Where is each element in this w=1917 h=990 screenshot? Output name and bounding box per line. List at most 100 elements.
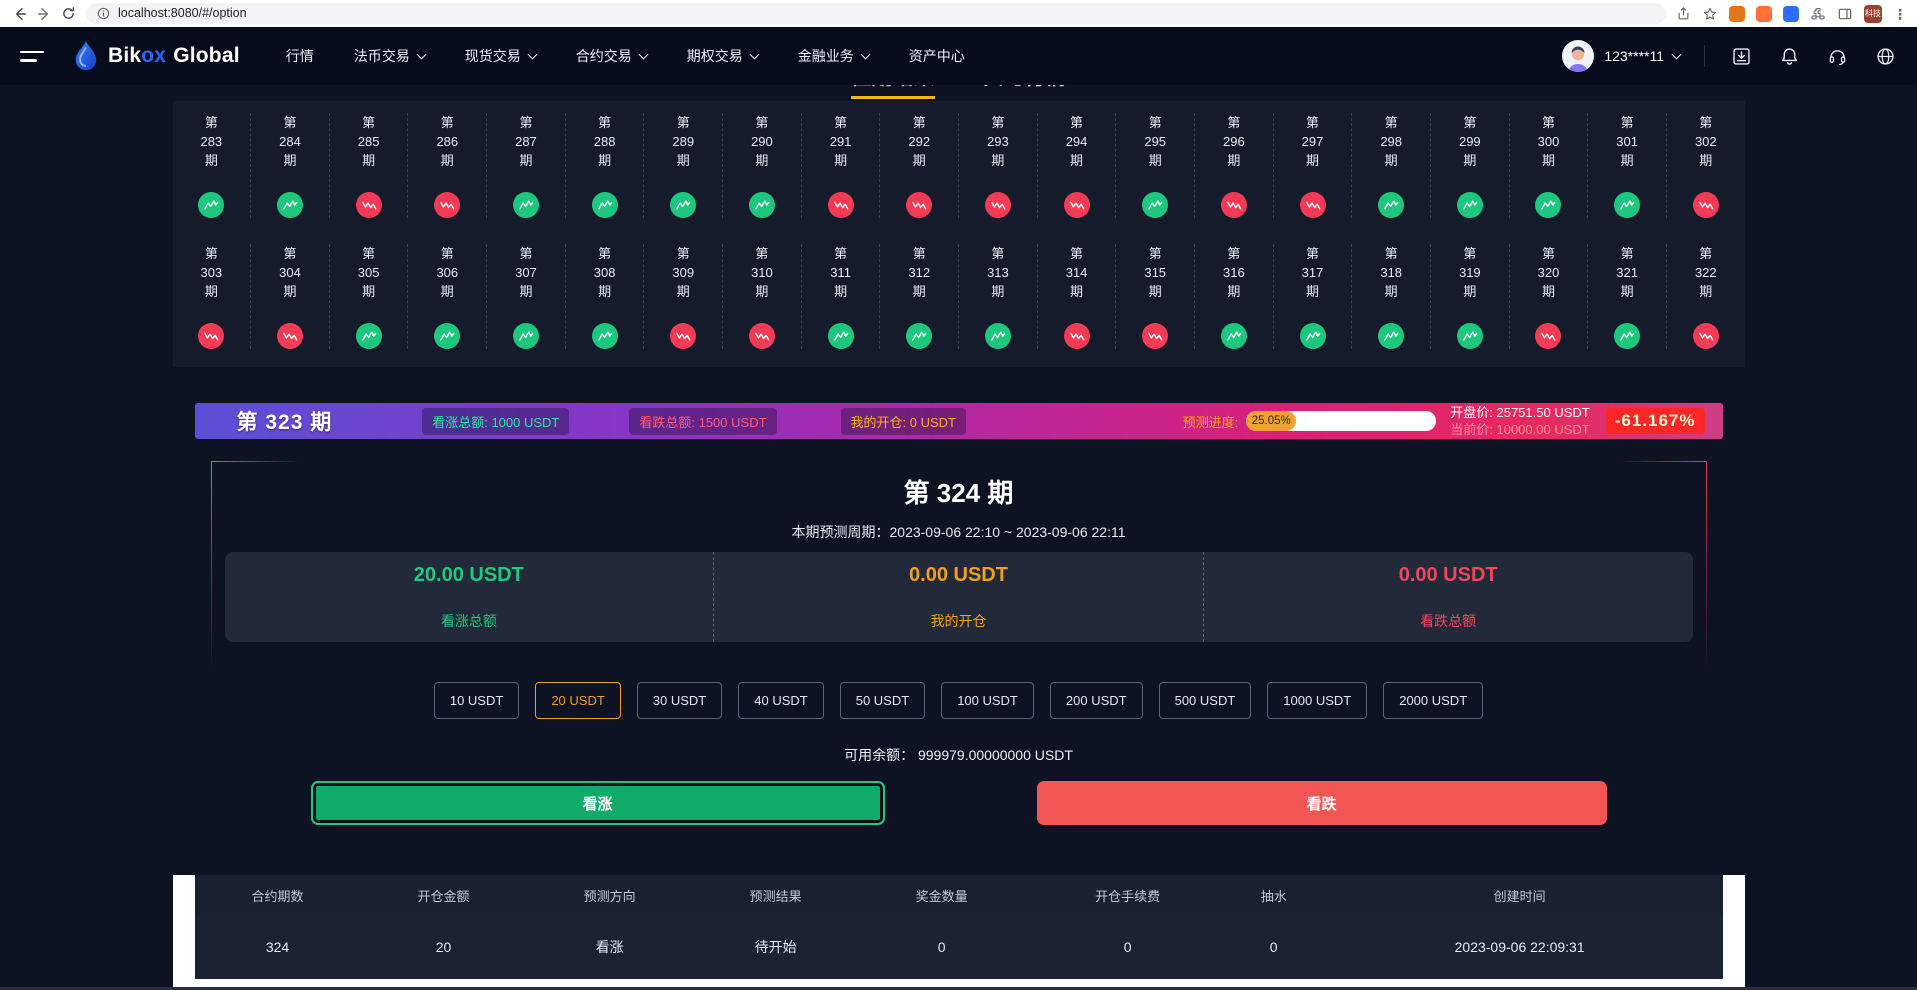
trend-up-icon <box>434 323 460 349</box>
period-cell: 第285期 <box>330 113 409 218</box>
period-number: 286 <box>436 132 458 151</box>
site-info-icon[interactable] <box>97 7 110 20</box>
banner-badge-down: 看跌总额: 1500 USDT <box>629 408 776 435</box>
trend-up-icon <box>592 192 618 218</box>
blue-extension-icon[interactable] <box>1783 6 1799 22</box>
table-header: 合约期数 <box>195 875 361 915</box>
period-prefix: 第 <box>1699 244 1712 263</box>
trend-up-icon <box>1457 192 1483 218</box>
period-number: 292 <box>908 132 930 151</box>
table-header: 开仓手续费 <box>1025 875 1231 915</box>
browser-chrome: localhost:8080/#/option 科技 ⋮ <box>0 0 1917 27</box>
table-cell: 2023-09-06 22:09:31 <box>1317 915 1723 979</box>
period-number: 322 <box>1695 263 1717 282</box>
amount-button-50[interactable]: 50 USDT <box>840 682 925 719</box>
chevron-down-icon <box>749 49 759 59</box>
period-suffix: 期 <box>755 282 768 301</box>
period-prefix: 第 <box>1463 113 1476 132</box>
period-suffix: 期 <box>755 151 768 170</box>
buy-down-button[interactable]: 看跌 <box>1037 781 1607 825</box>
trend-up-icon <box>1300 323 1326 349</box>
amount-button-2000[interactable]: 2000 USDT <box>1383 682 1483 719</box>
amount-button-200[interactable]: 200 USDT <box>1050 682 1143 719</box>
bookmark-star-icon[interactable] <box>1702 6 1718 22</box>
amount-button-500[interactable]: 500 USDT <box>1159 682 1252 719</box>
period-number: 312 <box>908 263 930 282</box>
metamask-extension-icon[interactable] <box>1729 6 1745 22</box>
nav-item-期权交易[interactable]: 期权交易 <box>687 46 758 66</box>
user-menu[interactable]: 123****11 <box>1561 39 1680 73</box>
amount-button-30[interactable]: 30 USDT <box>637 682 722 719</box>
nav-item-现货交易[interactable]: 现货交易 <box>465 46 536 66</box>
nav-item-label: 现货交易 <box>465 46 521 66</box>
tab-past-results[interactable]: 往期结果 <box>851 85 935 99</box>
browser-profile-avatar[interactable]: 科技 <box>1864 5 1882 23</box>
period-prefix: 第 <box>1227 244 1240 263</box>
period-number: 319 <box>1459 263 1481 282</box>
trend-up-icon <box>356 323 382 349</box>
nav-item-行情[interactable]: 行情 <box>286 46 314 66</box>
period-cell: 第288期 <box>566 113 645 218</box>
nav-item-金融业务[interactable]: 金融业务 <box>798 46 869 66</box>
period-suffix: 期 <box>1227 151 1240 170</box>
chevron-down-icon <box>527 49 537 59</box>
period-cell: 第298期 <box>1352 113 1431 218</box>
period-cell: 第289期 <box>644 113 723 218</box>
orange-extension-icon[interactable] <box>1756 6 1772 22</box>
side-panel-icon[interactable] <box>1837 6 1853 22</box>
notifications-bell-icon[interactable] <box>1777 44 1801 68</box>
browser-menu-icon[interactable]: ⋮ <box>1893 9 1907 19</box>
period-number: 301 <box>1616 132 1638 151</box>
period-number: 294 <box>1066 132 1088 151</box>
amount-button-1000[interactable]: 1000 USDT <box>1267 682 1367 719</box>
period-suffix: 期 <box>991 282 1004 301</box>
period-prefix: 第 <box>834 113 847 132</box>
period-number: 321 <box>1616 263 1638 282</box>
buy-up-button[interactable]: 看涨 <box>311 781 885 825</box>
browser-refresh-button[interactable] <box>56 2 80 26</box>
trend-up-icon <box>592 323 618 349</box>
period-cell: 第292期 <box>880 113 959 218</box>
hamburger-menu-icon[interactable] <box>20 51 44 62</box>
nav-item-法币交易[interactable]: 法币交易 <box>354 46 425 66</box>
period-number: 311 <box>830 263 851 282</box>
period-prefix: 第 <box>1699 113 1712 132</box>
period-cell: 第321期 <box>1588 244 1667 349</box>
nav-item-合约交易[interactable]: 合约交易 <box>576 46 647 66</box>
period-number: 291 <box>830 132 852 151</box>
period-number: 308 <box>594 263 616 282</box>
period-cell: 第300期 <box>1510 113 1589 218</box>
browser-forward-button[interactable] <box>32 2 56 26</box>
corner-accent-right <box>1617 461 1707 462</box>
period-suffix: 期 <box>1463 282 1476 301</box>
brand-logo[interactable]: BikoxGlobal <box>72 40 240 72</box>
amount-button-20[interactable]: 20 USDT <box>535 682 620 719</box>
table-cell: 看涨 <box>527 915 693 979</box>
period-suffix: 期 <box>362 282 375 301</box>
nav-item-资产中心[interactable]: 资产中心 <box>909 46 965 66</box>
download-app-icon[interactable] <box>1729 44 1753 68</box>
available-balance: 可用余额： 999979.00000000 USDT <box>211 745 1707 765</box>
share-icon[interactable] <box>1676 6 1691 21</box>
order-buttons: 看涨 看跌 <box>211 781 1707 825</box>
period-prefix: 第 <box>1149 244 1162 263</box>
amount-button-10[interactable]: 10 USDT <box>434 682 519 719</box>
period-prefix: 第 <box>1306 244 1319 263</box>
tab-live-market[interactable]: 实时行情 <box>983 85 1067 99</box>
result-tabs: 往期结果 实时行情 <box>173 85 1745 99</box>
period-suffix: 期 <box>283 282 296 301</box>
period-suffix: 期 <box>1385 282 1398 301</box>
period-row: 第283期第284期第285期第286期第287期第288期第289期第290期… <box>173 113 1745 218</box>
amount-button-40[interactable]: 40 USDT <box>738 682 823 719</box>
amount-button-100[interactable]: 100 USDT <box>941 682 1034 719</box>
period-suffix: 期 <box>913 282 926 301</box>
browser-back-button[interactable] <box>8 2 32 26</box>
period-cell: 第299期 <box>1431 113 1510 218</box>
period-prefix: 第 <box>205 244 218 263</box>
period-number: 305 <box>358 263 380 282</box>
language-globe-icon[interactable] <box>1873 44 1897 68</box>
support-headset-icon[interactable] <box>1825 44 1849 68</box>
extensions-puzzle-icon[interactable] <box>1810 6 1826 22</box>
nav-menu: 行情 法币交易 现货交易 合约交易 期权交易 金融业务 资产中心 <box>286 46 965 66</box>
address-bar[interactable]: localhost:8080/#/option <box>86 3 1666 24</box>
